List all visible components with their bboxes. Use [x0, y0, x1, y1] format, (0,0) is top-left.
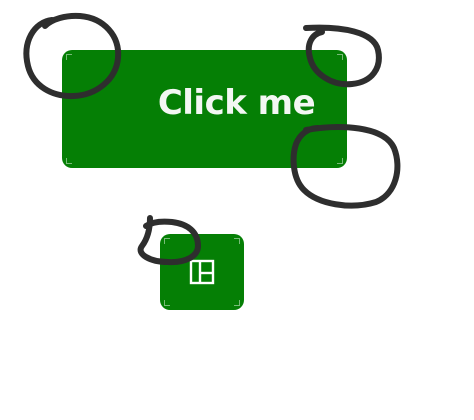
- click-me-button-label: Click me: [157, 83, 316, 123]
- canvas: Click me: [0, 0, 474, 420]
- layout-panels-icon: [189, 259, 215, 285]
- corner-marker-top-left: [66, 54, 72, 60]
- corner-marker-top-right: [337, 54, 343, 60]
- corner-marker-bottom-right: [337, 158, 343, 164]
- layout-button[interactable]: [160, 234, 244, 310]
- corner-marker-top-right: [234, 238, 240, 244]
- corner-marker-bottom-right: [234, 300, 240, 306]
- corner-marker-bottom-left: [66, 158, 72, 164]
- click-me-button[interactable]: Click me: [62, 50, 347, 168]
- corner-marker-top-left: [164, 238, 170, 244]
- corner-marker-bottom-left: [164, 300, 170, 306]
